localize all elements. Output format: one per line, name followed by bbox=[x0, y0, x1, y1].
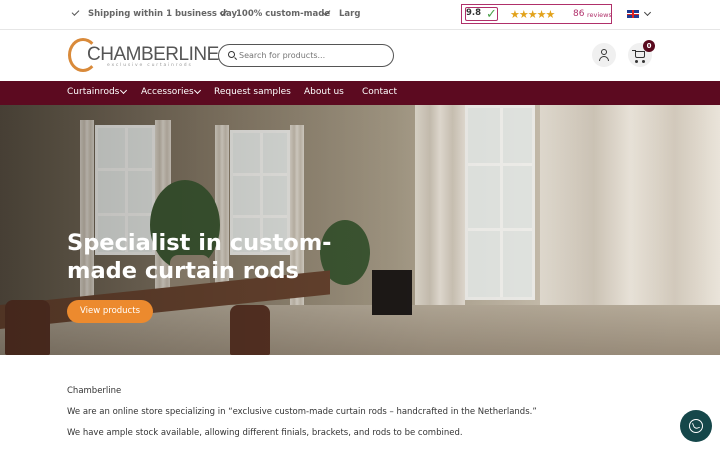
search-bar[interactable] bbox=[218, 44, 394, 67]
nav-item-curtainrods[interactable]: Curtainrods bbox=[67, 87, 119, 97]
cart-count-badge: 0 bbox=[643, 40, 655, 52]
review-count: 86 bbox=[573, 9, 585, 19]
whatsapp-button[interactable] bbox=[680, 410, 712, 442]
usp-large: Larg bbox=[322, 8, 360, 19]
usp-shipping: Shipping within 1 business day bbox=[71, 8, 237, 19]
nav-item-request-samples[interactable]: Request samples bbox=[214, 87, 291, 97]
reviews-label: reviews bbox=[587, 11, 612, 19]
search-icon bbox=[228, 51, 235, 58]
search-input[interactable] bbox=[239, 48, 389, 63]
nav-item-about-us[interactable]: About us bbox=[304, 87, 344, 97]
logo-tagline: exclusive curtainrods bbox=[107, 63, 193, 68]
chevron-down-icon[interactable] bbox=[193, 86, 202, 95]
usp-custom-made: 100% custom-made bbox=[219, 8, 330, 19]
nav-item-accessories[interactable]: Accessories bbox=[141, 87, 194, 97]
check-icon bbox=[71, 8, 80, 16]
intro-paragraph: We are an online store specializing in “… bbox=[67, 407, 537, 417]
check-icon bbox=[322, 8, 331, 16]
star-rating-icon: ★★★★★ bbox=[510, 8, 555, 21]
check-icon bbox=[219, 8, 228, 16]
chevron-down-icon[interactable] bbox=[643, 8, 652, 17]
main-nav: Curtainrods Accessories Request samples … bbox=[0, 81, 720, 105]
review-rating-widget[interactable]: 9.8 ✓ ★★★★★ 86 reviews bbox=[461, 4, 612, 24]
account-button[interactable] bbox=[592, 43, 616, 67]
uk-flag-icon[interactable] bbox=[627, 10, 639, 18]
checkmark-icon: ✓ bbox=[486, 7, 497, 22]
view-products-button[interactable]: View products bbox=[67, 300, 153, 323]
chevron-down-icon[interactable] bbox=[119, 86, 128, 95]
intro-heading: Chamberline bbox=[67, 386, 122, 396]
intro-paragraph: We have ample stock available, allowing … bbox=[67, 428, 463, 438]
rating-score: 9.8 bbox=[466, 8, 482, 18]
usp-bar: Shipping within 1 business day 100% cust… bbox=[0, 0, 720, 30]
hero-title: Specialist in custom-made curtain rods bbox=[67, 230, 332, 284]
nav-item-contact[interactable]: Contact bbox=[362, 87, 397, 97]
